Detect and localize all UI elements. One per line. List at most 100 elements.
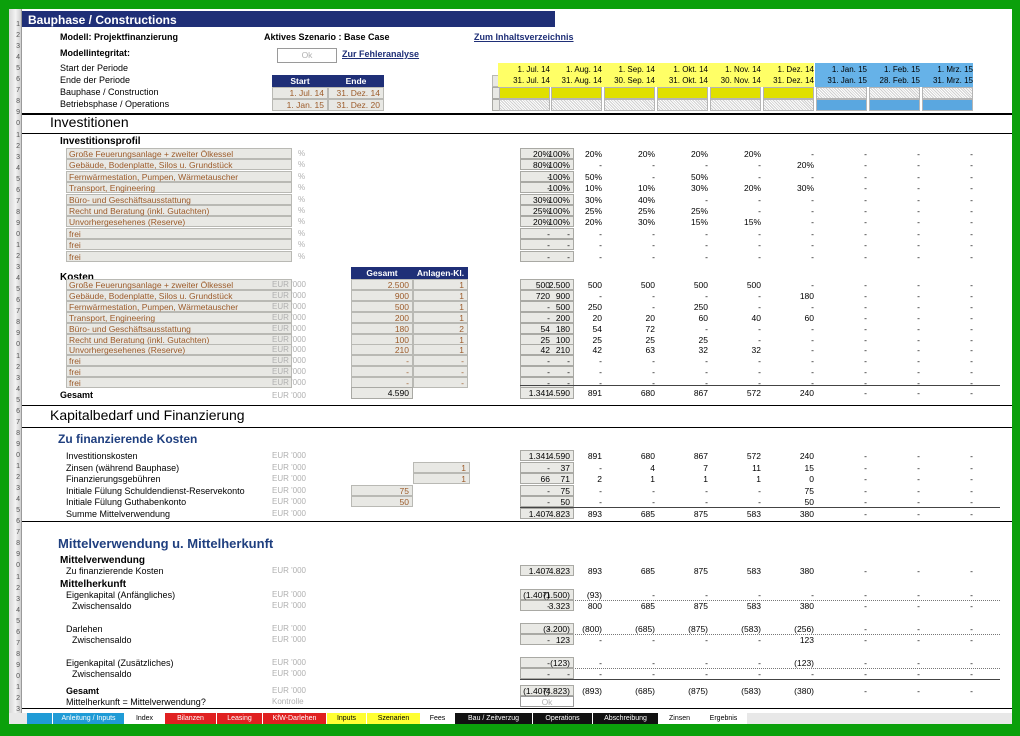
- row-number[interactable]: 7: [16, 198, 20, 205]
- investitionsprofil-item-label[interactable]: Große Feuerungsanlage + zweiter Ölkessel: [66, 148, 292, 159]
- row-number[interactable]: 2: [16, 585, 20, 592]
- row-number[interactable]: 5: [16, 176, 20, 183]
- row-number[interactable]: 5: [16, 286, 20, 293]
- row-number[interactable]: 3: [16, 154, 20, 161]
- row-number[interactable]: 3: [16, 375, 20, 382]
- row-number[interactable]: 5: [16, 397, 20, 404]
- kapitalbedarf-input-cell[interactable]: 50: [351, 496, 413, 507]
- row-number[interactable]: 3: [16, 596, 20, 603]
- row-number[interactable]: 3: [16, 264, 20, 271]
- kosten-anlagenklasse-input[interactable]: 1: [413, 312, 468, 323]
- sheet-tab[interactable]: Bau / Zeitverzug: [455, 713, 533, 724]
- kosten-anlagenklasse-input[interactable]: 1: [413, 334, 468, 345]
- kosten-anlagenklasse-input[interactable]: -: [413, 377, 468, 388]
- row-number[interactable]: 6: [16, 518, 20, 525]
- row-number[interactable]: 1: [16, 21, 20, 28]
- sheet-tab[interactable]: Inputs: [327, 713, 367, 724]
- kapitalbedarf-input-cell[interactable]: 75: [351, 485, 413, 496]
- row-number[interactable]: 0: [16, 452, 20, 459]
- sheet-tab[interactable]: Zinsen: [659, 713, 701, 724]
- row-number[interactable]: 6: [16, 76, 20, 83]
- row-number[interactable]: 6: [16, 297, 20, 304]
- row-number[interactable]: 0: [16, 673, 20, 680]
- row-number[interactable]: 0: [16, 341, 20, 348]
- sheet-tab[interactable]: KfW-Darlehen: [263, 713, 327, 724]
- row-number[interactable]: 4: [16, 275, 20, 282]
- kapitalbedarf-input-cell[interactable]: 1: [413, 473, 470, 484]
- row-number[interactable]: 0: [16, 562, 20, 569]
- kosten-gesamt-input[interactable]: 2.500: [351, 279, 413, 290]
- row-number[interactable]: 8: [16, 651, 20, 658]
- construction-start-cell[interactable]: 1. Jul. 14: [272, 87, 328, 99]
- row-number[interactable]: 9: [16, 441, 20, 448]
- sheet-tab[interactable]: [27, 713, 53, 724]
- kapitalbedarf-input-cell[interactable]: 1: [413, 462, 470, 473]
- row-number[interactable]: 8: [16, 430, 20, 437]
- row-number[interactable]: 2: [16, 253, 20, 260]
- kosten-item-label[interactable]: Transport, Engineering: [66, 312, 292, 323]
- row-number[interactable]: 4: [16, 496, 20, 503]
- row-number[interactable]: 2: [16, 143, 20, 150]
- investitionsprofil-item-label[interactable]: Büro- und Geschäftsausstattung: [66, 194, 292, 205]
- sheet-tab[interactable]: Leasing: [217, 713, 263, 724]
- kosten-item-label[interactable]: frei: [66, 366, 292, 377]
- investitionsprofil-item-label[interactable]: Recht und Beratung (inkl. Gutachten): [66, 205, 292, 216]
- row-number[interactable]: 7: [16, 640, 20, 647]
- investitionsprofil-item-label[interactable]: Unvorhergesehenes (Reserve): [66, 216, 292, 227]
- row-number[interactable]: 7: [16, 529, 20, 536]
- row-number[interactable]: 7: [16, 308, 20, 315]
- row-number[interactable]: 9: [16, 330, 20, 337]
- row-number[interactable]: 1: [16, 463, 20, 470]
- toc-link[interactable]: Zum Inhaltsverzeichnis: [474, 32, 574, 42]
- row-number[interactable]: 0: [16, 231, 20, 238]
- kosten-anlagenklasse-input[interactable]: 1: [413, 290, 468, 301]
- row-number[interactable]: 1: [16, 574, 20, 581]
- worksheet-canvas[interactable]: Bauphase / Constructions Modell: Projekt…: [22, 9, 1012, 715]
- row-number[interactable]: 7: [16, 419, 20, 426]
- row-number[interactable]: 4: [16, 54, 20, 61]
- row-number[interactable]: 8: [16, 540, 20, 547]
- row-number[interactable]: 0: [16, 120, 20, 127]
- sheet-tab[interactable]: Fees: [421, 713, 455, 724]
- sheet-tab[interactable]: Abschreibung: [593, 713, 659, 724]
- row-number[interactable]: 4: [16, 607, 20, 614]
- kosten-gesamt-input[interactable]: 100: [351, 334, 413, 345]
- row-number[interactable]: 2: [16, 695, 20, 702]
- row-number[interactable]: 9: [16, 551, 20, 558]
- investitionsprofil-item-label[interactable]: frei: [66, 239, 292, 250]
- sheet-tab[interactable]: Anleitung / Inputs: [53, 713, 125, 724]
- construction-end-cell[interactable]: 31. Dez. 14: [328, 87, 384, 99]
- row-number[interactable]: 2: [16, 474, 20, 481]
- kosten-item-label[interactable]: Unvorhergesehenes (Reserve): [66, 344, 292, 355]
- row-number[interactable]: 4: [16, 165, 20, 172]
- row-number[interactable]: 3: [16, 485, 20, 492]
- kosten-gesamt-input[interactable]: 900: [351, 290, 413, 301]
- row-number[interactable]: 6: [16, 408, 20, 415]
- kosten-item-label[interactable]: frei: [66, 377, 292, 388]
- investitionsprofil-item-label[interactable]: Transport, Engineering: [66, 182, 292, 193]
- kosten-anlagenklasse-input[interactable]: -: [413, 355, 468, 366]
- kosten-gesamt-input[interactable]: 200: [351, 312, 413, 323]
- investitionsprofil-item-label[interactable]: Gebäude, Bodenplatte, Silos u. Grundstüc…: [66, 159, 292, 170]
- kosten-item-label[interactable]: Büro- und Geschäftsausstattung: [66, 323, 292, 334]
- row-number[interactable]: 9: [16, 662, 20, 669]
- row-number[interactable]: 9: [16, 109, 20, 116]
- investitionsprofil-item-label[interactable]: Fernwärmestation, Pumpen, Wärmetauscher: [66, 171, 292, 182]
- row-number[interactable]: 2: [16, 364, 20, 371]
- row-header-gutter[interactable]: 1234567890123456789012345678901234567890…: [9, 9, 22, 724]
- kosten-gesamt-input[interactable]: 210: [351, 344, 413, 355]
- operations-end-cell[interactable]: 31. Dez. 20: [328, 99, 384, 111]
- row-number[interactable]: 1: [16, 242, 20, 249]
- row-number[interactable]: 6: [16, 629, 20, 636]
- sheet-tab[interactable]: Ergebnis: [701, 713, 747, 724]
- kosten-item-label[interactable]: Fernwärmestation, Pumpen, Wärmetauscher: [66, 301, 292, 312]
- row-number[interactable]: 6: [16, 187, 20, 194]
- kosten-anlagenklasse-input[interactable]: 1: [413, 344, 468, 355]
- sheet-tab[interactable]: Szenarien: [367, 713, 421, 724]
- kosten-item-label[interactable]: Gebäude, Bodenplatte, Silos u. Grundstüc…: [66, 290, 292, 301]
- kosten-gesamt-input[interactable]: -: [351, 366, 413, 377]
- row-number[interactable]: 3: [16, 43, 20, 50]
- row-number[interactable]: 4: [16, 386, 20, 393]
- row-number[interactable]: 1: [16, 353, 20, 360]
- kosten-anlagenklasse-input[interactable]: -: [413, 366, 468, 377]
